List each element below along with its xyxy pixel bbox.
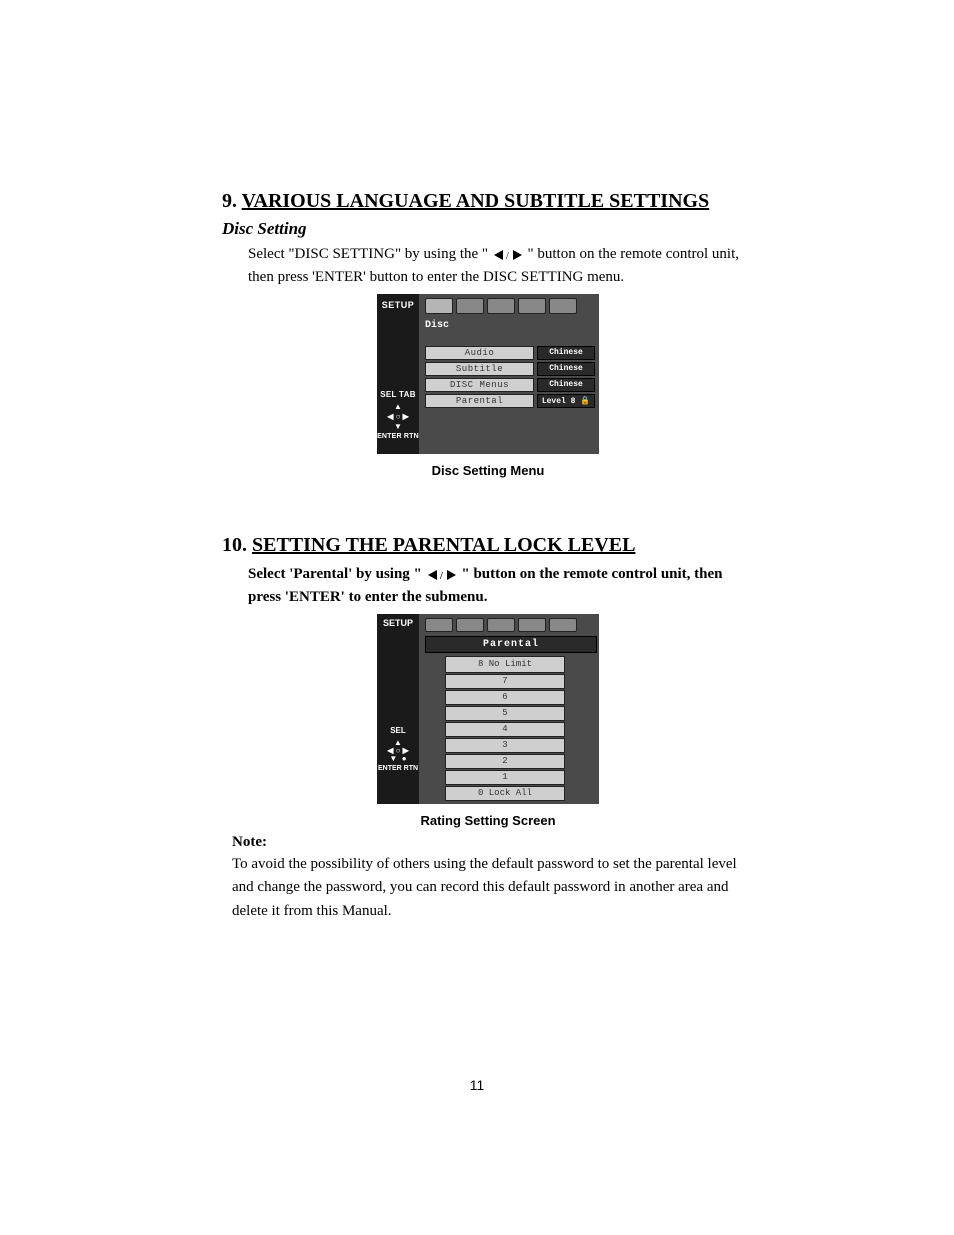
rating-level: 1 (445, 770, 565, 785)
left-right-arrows-icon: / (426, 570, 458, 580)
osd-tabbar (425, 298, 577, 314)
section-10-body-a: Select 'Parental' by using " (248, 566, 422, 582)
svg-text:/: / (506, 251, 509, 260)
disc-setting-subhead: Disc Setting (222, 219, 754, 239)
section-9-body: Select "DISC SETTING" by using the " / "… (248, 243, 754, 288)
section-9-number: 9. (222, 190, 237, 212)
section-9-heading: 9. VARIOUS LANGUAGE AND SUBTITLE SETTING… (222, 190, 754, 213)
osd-row-value: Chinese (537, 362, 595, 376)
osd-tab (518, 298, 546, 314)
osd-tab (518, 618, 546, 632)
seltab-label: SEL TAB (377, 390, 419, 399)
section-10-body: Select 'Parental' by using " / " button … (248, 563, 754, 608)
disc-setting-figure: SETUP SEL TAB ▲ ◀ ○ ▶ ▼ ENTER RTN Disc (222, 294, 754, 478)
osd-tab (456, 618, 484, 632)
section-9-title: VARIOUS LANGUAGE AND SUBTITLE SETTINGS (242, 190, 710, 212)
section-10-number: 10. (222, 534, 247, 556)
svg-text:/: / (439, 571, 443, 580)
rating-level: 5 (445, 706, 565, 721)
rating-level: 7 (445, 674, 565, 689)
disc-setting-caption: Disc Setting Menu (222, 463, 754, 478)
osd-row: Subtitle Chinese (425, 362, 595, 376)
osd-row-name: Parental (425, 394, 534, 408)
rating-figure: SETUP SEL ▲ ◀ ○ ▶ ▼ ● ENTER RTN Parental… (222, 614, 754, 828)
osd-row-value: Chinese (537, 346, 595, 360)
osd-rows: Audio Chinese Subtitle Chinese DISC Menu… (425, 346, 595, 410)
osd-row-name: Audio (425, 346, 534, 360)
rating-level: 2 (445, 754, 565, 769)
osd-sidebar: SETUP SEL ▲ ◀ ○ ▶ ▼ ● ENTER RTN (377, 614, 419, 804)
osd-tab (487, 618, 515, 632)
osd-tab (425, 298, 453, 314)
section-10-title: SETTING THE PARENTAL LOCK LEVEL (252, 534, 635, 556)
osd-row-name: DISC Menus (425, 378, 534, 392)
enter-rtn-label: ENTER RTN (377, 433, 419, 440)
note-text: To avoid the possibility of others using… (232, 853, 754, 923)
rating-level: 6 (445, 690, 565, 705)
section-9-body-a: Select "DISC SETTING" by using the " (248, 246, 492, 262)
osd-tab (456, 298, 484, 314)
rating-osd: SETUP SEL ▲ ◀ ○ ▶ ▼ ● ENTER RTN Parental… (377, 614, 599, 804)
osd-tab (549, 298, 577, 314)
page-number: 11 (0, 1077, 954, 1093)
section-10-heading: 10. SETTING THE PARENTAL LOCK LEVEL (222, 534, 754, 557)
setup-label: SETUP (377, 618, 419, 628)
osd-row: DISC Menus Chinese (425, 378, 595, 392)
manual-page: 9. VARIOUS LANGUAGE AND SUBTITLE SETTING… (0, 0, 954, 1235)
osd-sidebar: SETUP SEL TAB ▲ ◀ ○ ▶ ▼ ENTER RTN (377, 294, 419, 454)
sel-label: SEL (377, 726, 419, 735)
rating-level: 4 (445, 722, 565, 737)
osd-disc-label: Disc (425, 320, 449, 331)
setup-label: SETUP (377, 300, 419, 310)
osd-row-name: Subtitle (425, 362, 534, 376)
osd-row-value: Chinese (537, 378, 595, 392)
osd-tabbar (425, 618, 577, 632)
dpad-icon: ▲ ◀ ○ ▶ ▼ (383, 403, 413, 431)
rating-level: 8 No Limit (445, 656, 565, 673)
osd-row-value: Level 8 🔒 (537, 394, 595, 408)
enter-rtn-label: ENTER RTN (377, 765, 419, 772)
disc-setting-osd: SETUP SEL TAB ▲ ◀ ○ ▶ ▼ ENTER RTN Disc (377, 294, 599, 454)
rating-caption: Rating Setting Screen (222, 813, 754, 828)
dpad-icon: ▲ ◀ ○ ▶ ▼ ● (377, 739, 419, 763)
rating-level: 3 (445, 738, 565, 753)
left-right-arrows-icon: / (492, 250, 524, 260)
osd-row: Parental Level 8 🔒 (425, 394, 595, 408)
osd-row: Audio Chinese (425, 346, 595, 360)
note-label: Note: (232, 834, 754, 851)
rating-level: 0 Lock All (445, 786, 565, 801)
osd-tab (487, 298, 515, 314)
osd-title: Parental (425, 636, 597, 653)
osd-levels: 8 No Limit 7 6 5 4 3 2 1 0 Lock All (445, 656, 565, 802)
osd-tab (425, 618, 453, 632)
osd-tab (549, 618, 577, 632)
